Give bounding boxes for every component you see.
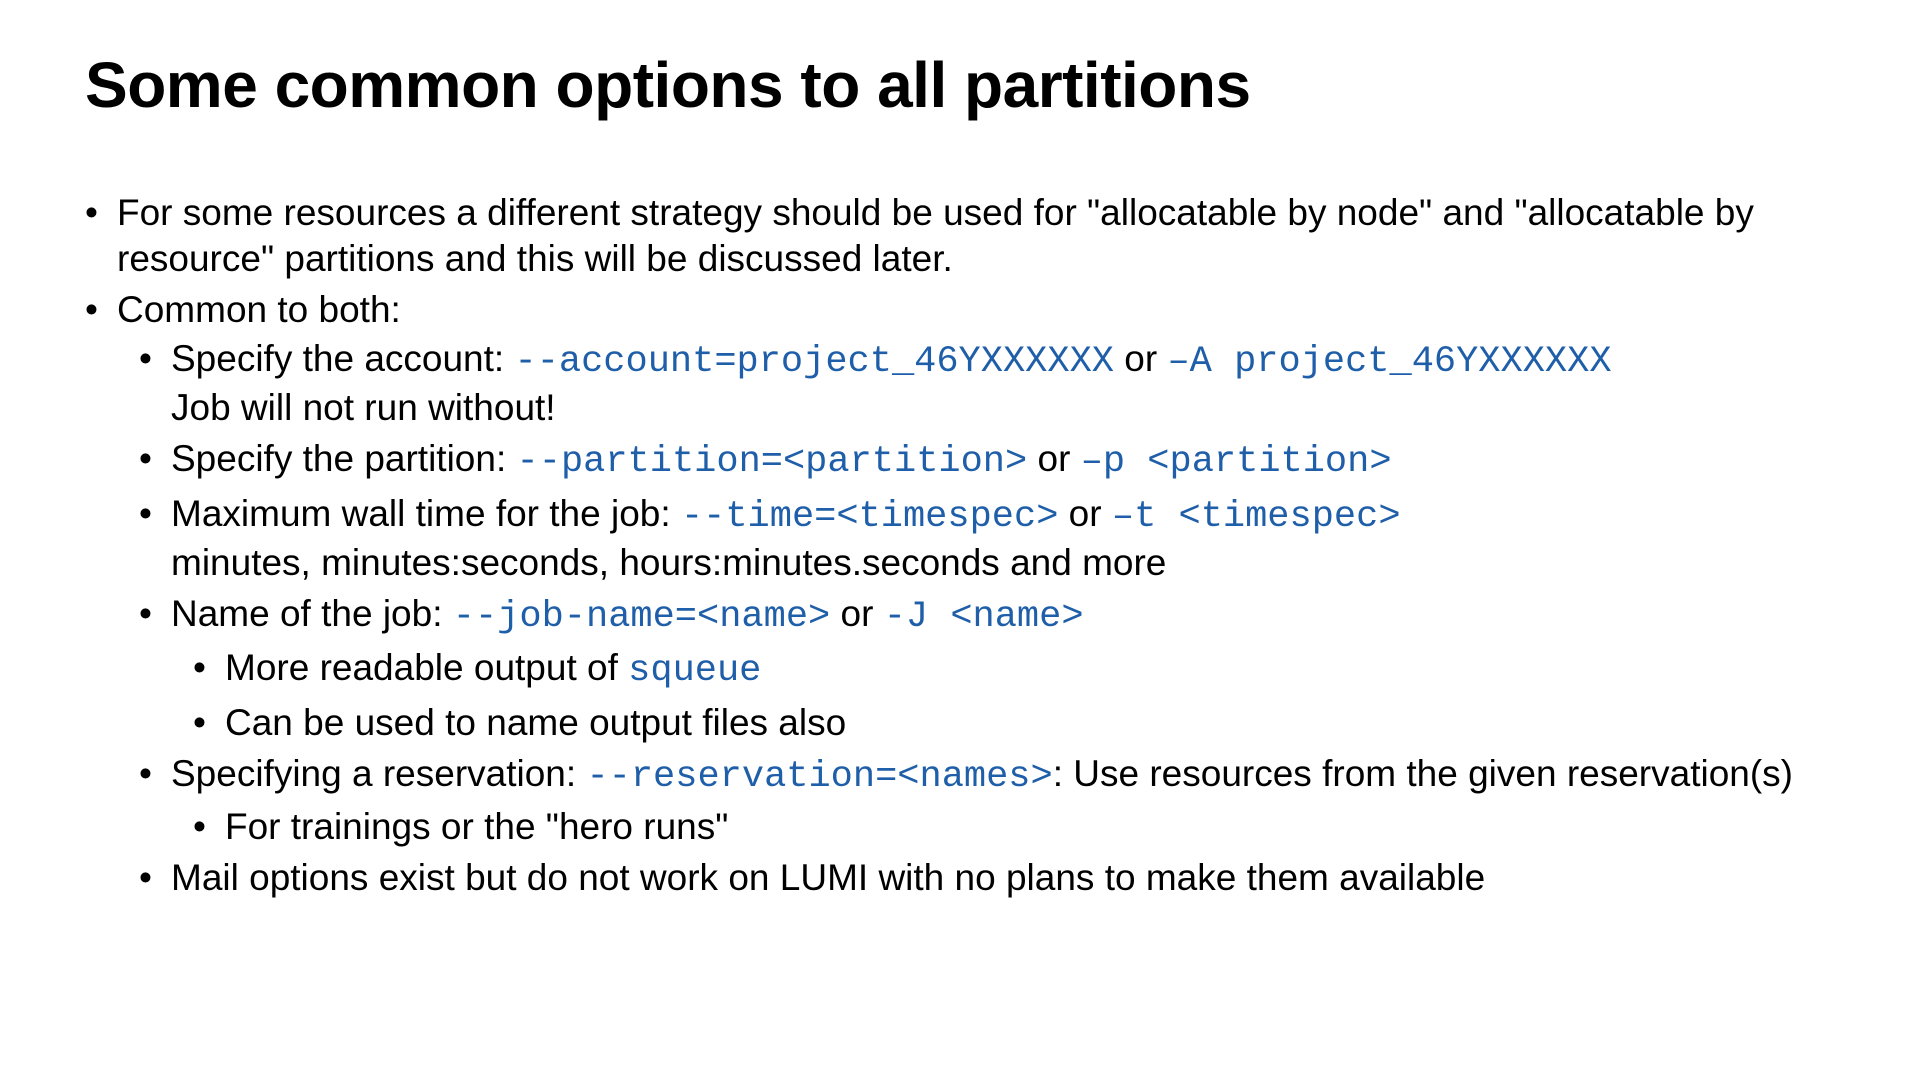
account-long-flag: --account=project_46YXXXXXX (514, 341, 1114, 383)
reservation-long-flag: --reservation=<names> (586, 756, 1052, 798)
walltime-pre: Maximum wall time for the job: (171, 493, 681, 534)
jobname-pre: Name of the job: (171, 593, 453, 634)
account-pre: Specify the account: (171, 338, 514, 379)
bullet-squeue: More readable output of squeue (193, 645, 1835, 694)
jobname-short-flag: -J <name> (884, 596, 1084, 638)
bullet-jobname: Name of the job: --job-name=<name> or -J… (139, 591, 1835, 744)
or-1: or (1114, 338, 1167, 379)
or-3: or (1058, 493, 1111, 534)
walltime-long-flag: --time=<timespec> (681, 496, 1058, 538)
account-note: Job will not run without! (171, 385, 1835, 430)
partition-short-flag: –p <partition> (1081, 441, 1392, 483)
bullet-walltime: Maximum wall time for the job: --time=<t… (139, 491, 1835, 585)
bullet-account: Specify the account: --account=project_4… (139, 336, 1835, 430)
walltime-note: minutes, minutes:seconds, hours:minutes.… (171, 540, 1835, 585)
or-4: or (830, 593, 883, 634)
squeue-cmd: squeue (628, 650, 761, 692)
jobname-long-flag: --job-name=<name> (453, 596, 830, 638)
slide: Some common options to all partitions Fo… (0, 0, 1920, 1080)
or-2: or (1027, 438, 1080, 479)
bullet-hero-runs: For trainings or the "hero runs" (193, 804, 1835, 849)
common-list: Specify the account: --account=project_4… (117, 336, 1835, 900)
jobname-sublist: More readable output of squeue Can be us… (171, 645, 1835, 745)
reservation-sublist: For trainings or the "hero runs" (171, 804, 1835, 849)
bullet-mail: Mail options exist but do not work on LU… (139, 855, 1835, 900)
partition-pre: Specify the partition: (171, 438, 517, 479)
reservation-pre: Specifying a reservation: (171, 753, 586, 794)
bullet-common-text: Common to both: (117, 289, 401, 330)
reservation-post: : Use resources from the given reservati… (1053, 753, 1793, 794)
bullet-reservation: Specifying a reservation: --reservation=… (139, 751, 1835, 849)
bullet-partition: Specify the partition: --partition=<part… (139, 436, 1835, 485)
bullet-common: Common to both: Specify the account: --a… (85, 287, 1835, 901)
slide-title: Some common options to all partitions (85, 50, 1835, 120)
bullet-name-output: Can be used to name output files also (193, 700, 1835, 745)
bullet-strategy: For some resources a different strategy … (85, 190, 1835, 280)
partition-long-flag: --partition=<partition> (517, 441, 1028, 483)
walltime-short-flag: –t <timespec> (1112, 496, 1401, 538)
squeue-pre: More readable output of (225, 647, 628, 688)
account-short-flag: –A project_46YXXXXXX (1167, 341, 1611, 383)
bullet-list: For some resources a different strategy … (85, 190, 1835, 900)
